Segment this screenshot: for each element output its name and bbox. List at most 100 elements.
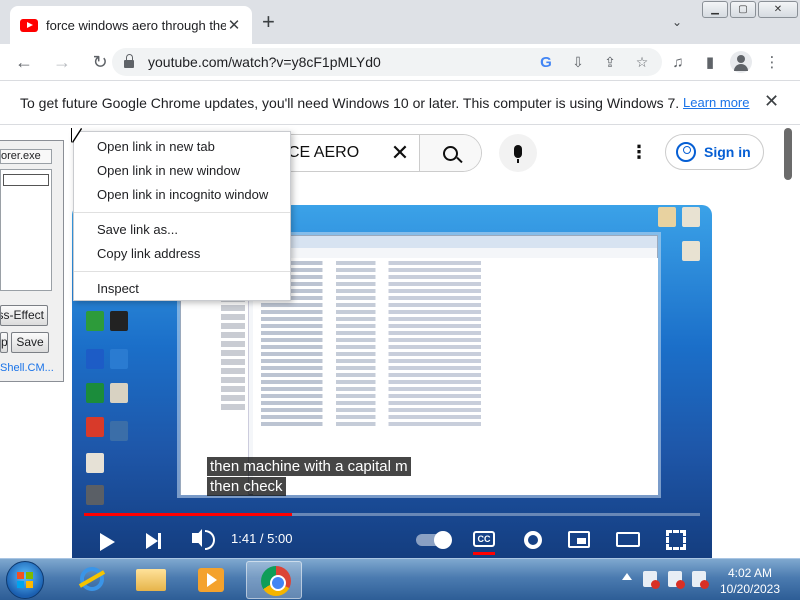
overlay-path-field[interactable]: orer.exe xyxy=(0,149,52,164)
profile-avatar-icon[interactable] xyxy=(730,51,752,73)
system-clock[interactable]: 4:02 AM 10/20/2023 xyxy=(712,565,788,597)
start-button[interactable] xyxy=(6,561,44,599)
menu-item-open-new-window[interactable]: Open link in new window xyxy=(74,159,290,183)
taskbar-internet-explorer[interactable] xyxy=(62,561,118,599)
account-icon xyxy=(676,142,696,162)
tab-title: force windows aero through the xyxy=(46,17,226,33)
action-center-icon[interactable] xyxy=(643,571,660,589)
subtitles-icon[interactable]: CC xyxy=(473,531,495,547)
sign-in-label: Sign in xyxy=(704,144,751,160)
sign-in-button[interactable]: Sign in xyxy=(665,134,764,170)
browser-tab[interactable]: force windows aero through the ✕ xyxy=(10,6,252,44)
overlay-shell-link[interactable]: Shell.CM... xyxy=(0,362,54,374)
desktop-icon xyxy=(86,349,104,369)
clear-search-icon[interactable]: ✕ xyxy=(386,140,414,166)
chrome-menu-icon[interactable]: ⋮ xyxy=(760,53,784,71)
context-menu: Open link in new tab Open link in new wi… xyxy=(73,131,291,301)
volume-icon[interactable] xyxy=(192,529,215,550)
overlay-app-window: orer.exe ass-Effect p Save Shell.CM... xyxy=(0,140,64,382)
new-tab-button[interactable]: + xyxy=(262,11,275,33)
back-button[interactable]: ← xyxy=(10,52,38,73)
media-control-icon[interactable]: ♫ xyxy=(666,54,690,71)
tab-close-icon[interactable]: ✕ xyxy=(226,16,242,34)
desktop-icon xyxy=(110,383,128,403)
maximize-button[interactable]: ▢ xyxy=(730,1,756,18)
youtube-favicon-icon xyxy=(20,18,38,32)
youtube-search-box[interactable]: CE AERO ✕ xyxy=(276,134,482,172)
mouse-cursor-icon xyxy=(72,128,81,142)
show-hidden-icons-icon[interactable] xyxy=(622,573,632,580)
autoplay-toggle[interactable] xyxy=(416,531,452,549)
speaker-icon[interactable] xyxy=(692,571,709,589)
glass-effect-button[interactable]: ass-Effect xyxy=(0,305,48,326)
desktop-icon xyxy=(110,349,128,369)
taskbar-file-explorer[interactable] xyxy=(122,561,178,599)
youtube-search-button[interactable] xyxy=(419,135,481,171)
next-video-icon[interactable] xyxy=(146,533,161,549)
menu-item-open-new-tab[interactable]: Open link in new tab xyxy=(74,135,290,159)
overlay-button-partial[interactable]: p xyxy=(0,332,8,353)
desktop-icon xyxy=(86,417,104,437)
close-window-button[interactable]: ✕ xyxy=(758,1,798,18)
menu-item-inspect[interactable]: Inspect xyxy=(74,277,290,301)
youtube-settings-icon[interactable]: ⋮ xyxy=(630,140,648,164)
infobar-close-icon[interactable]: ✕ xyxy=(764,91,779,112)
infobar-message: To get future Google Chrome updates, you… xyxy=(20,94,680,111)
miniplayer-icon[interactable] xyxy=(568,531,590,548)
scrollbar-thumb[interactable] xyxy=(784,128,792,180)
google-lens-icon[interactable]: G xyxy=(534,54,558,71)
menu-item-copy-link[interactable]: Copy link address xyxy=(74,242,290,266)
minimize-button[interactable]: ▁ xyxy=(702,1,728,18)
page-scrollbar[interactable] xyxy=(783,126,793,558)
bookmark-star-icon[interactable]: ☆ xyxy=(630,54,654,71)
tab-search-icon[interactable]: ⌄ xyxy=(672,15,682,29)
forward-button[interactable]: → xyxy=(48,52,76,73)
menu-separator xyxy=(74,271,290,272)
desktop-icon xyxy=(658,207,676,227)
fullscreen-icon[interactable] xyxy=(666,530,686,550)
folder-icon xyxy=(136,569,166,591)
caption-line: then check xyxy=(207,477,286,496)
desktop-icon xyxy=(86,485,104,505)
desktop-icon xyxy=(110,311,128,331)
clock-time: 4:02 AM xyxy=(727,566,773,580)
clock-date: 10/20/2023 xyxy=(719,582,781,596)
toolbar-actions: ♫ ▮ ⋮ xyxy=(666,44,784,80)
desktop-icon xyxy=(86,383,104,403)
overlay-save-button[interactable]: Save xyxy=(11,332,49,353)
internet-explorer-icon xyxy=(80,567,104,591)
learn-more-link[interactable]: Learn more xyxy=(683,95,749,110)
voice-search-button[interactable] xyxy=(499,134,537,172)
youtube-search-input[interactable]: CE AERO xyxy=(276,144,386,162)
update-infobar: To get future Google Chrome updates, you… xyxy=(0,80,800,125)
video-progress-bar[interactable] xyxy=(84,513,700,516)
subtitles-active-indicator xyxy=(473,552,495,555)
url-text[interactable]: youtube.com/watch?v=y8cF1pMLYd0 xyxy=(148,54,534,70)
share-icon[interactable]: ⇪ xyxy=(598,54,622,71)
settings-gear-icon[interactable] xyxy=(524,531,542,549)
reload-button[interactable]: ↻ xyxy=(86,52,114,73)
lock-icon[interactable] xyxy=(124,53,134,68)
install-icon[interactable]: ⇩ xyxy=(566,54,590,71)
video-time: 1:41 / 5:00 xyxy=(231,531,293,546)
window-controls: ▁ ▢ ✕ xyxy=(702,1,798,18)
chrome-icon xyxy=(261,566,291,596)
taskbar-chrome[interactable] xyxy=(246,561,302,599)
search-icon xyxy=(443,145,458,161)
taskbar-media-player[interactable] xyxy=(182,561,238,599)
address-bar[interactable]: youtube.com/watch?v=y8cF1pMLYd0 G ⇩ ⇪ ☆ xyxy=(112,48,662,76)
menu-item-save-link[interactable]: Save link as... xyxy=(74,218,290,242)
video-captions: then machine with a capital m then check xyxy=(207,457,411,497)
browser-toolbar: ← → ↻ youtube.com/watch?v=y8cF1pMLYd0 G … xyxy=(0,44,800,80)
play-icon[interactable] xyxy=(100,533,115,551)
desktop-icon xyxy=(682,207,700,227)
menu-item-open-incognito[interactable]: Open link in incognito window xyxy=(74,183,290,207)
media-player-icon xyxy=(198,568,224,592)
overlay-text-input[interactable] xyxy=(3,174,49,186)
tab-strip: force windows aero through the ✕ + ⌄ ▁ ▢… xyxy=(0,0,800,44)
video-progress-played xyxy=(84,513,293,516)
overlay-list-box xyxy=(0,169,52,291)
network-icon[interactable] xyxy=(668,571,685,589)
theater-mode-icon[interactable] xyxy=(616,532,640,547)
side-panel-icon[interactable]: ▮ xyxy=(698,53,722,71)
